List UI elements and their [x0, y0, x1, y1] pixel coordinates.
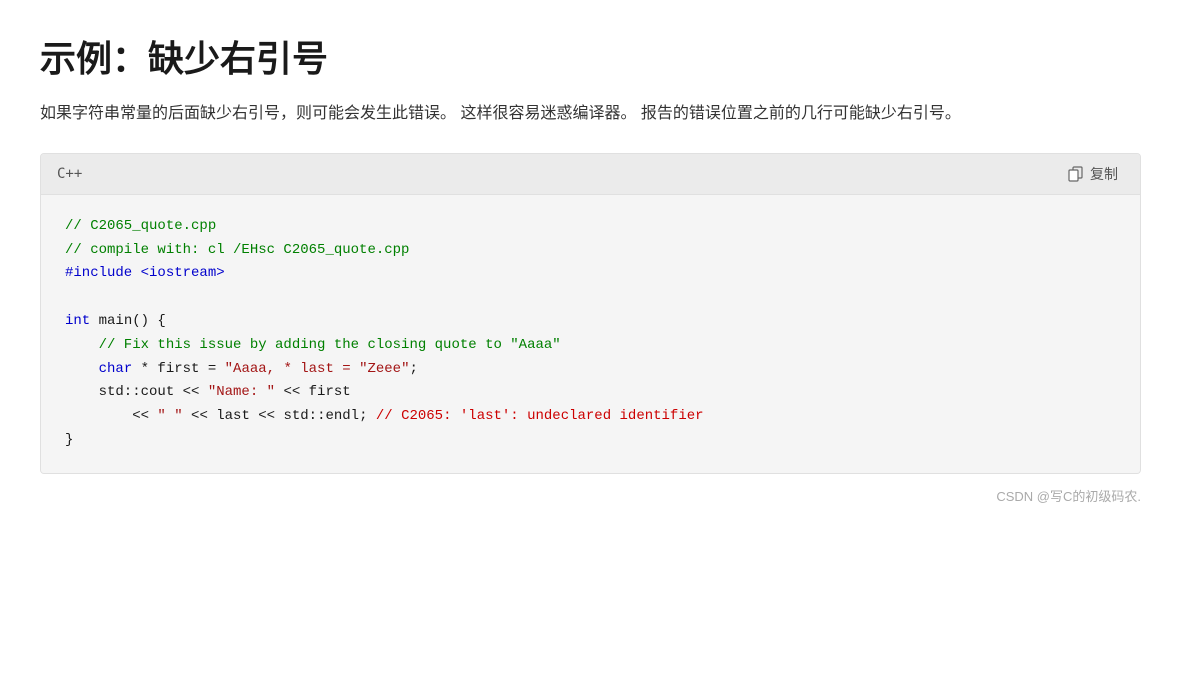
code-line-8: std::cout << "Name: " << first — [65, 384, 351, 400]
code-block-header: C++ 复制 — [41, 154, 1140, 195]
watermark: CSDN @写C的初级码农. — [40, 486, 1141, 505]
copy-label: 复制 — [1090, 164, 1118, 184]
code-line-2: // compile with: cl /EHsc C2065_quote.cp… — [65, 242, 409, 258]
code-block-body: // C2065_quote.cpp // compile with: cl /… — [41, 195, 1140, 473]
page-description: 如果字符串常量的后面缺少右引号，则可能会发生此错误。 这样很容易迷惑编译器。 报… — [40, 100, 1141, 129]
code-line-5: int main() { — [65, 313, 166, 329]
code-line-9: << " " << last << std::endl; // C2065: '… — [65, 408, 704, 424]
copy-button[interactable]: 复制 — [1062, 162, 1124, 186]
code-block: C++ 复制 // C2065_quote.cpp // compile wit… — [40, 153, 1141, 474]
code-line-1: // C2065_quote.cpp — [65, 218, 216, 234]
code-lang-label: C++ — [57, 166, 82, 182]
code-line-3: #include <iostream> — [65, 265, 225, 281]
code-line-10: } — [65, 432, 73, 448]
page-title: 示例：缺少右引号 — [40, 30, 1141, 82]
code-line-6: // Fix this issue by adding the closing … — [65, 337, 561, 353]
copy-icon — [1068, 166, 1084, 182]
code-pre: // C2065_quote.cpp // compile with: cl /… — [65, 215, 1116, 453]
code-line-7: char * first = "Aaaa, * last = "Zeee"; — [65, 361, 418, 377]
